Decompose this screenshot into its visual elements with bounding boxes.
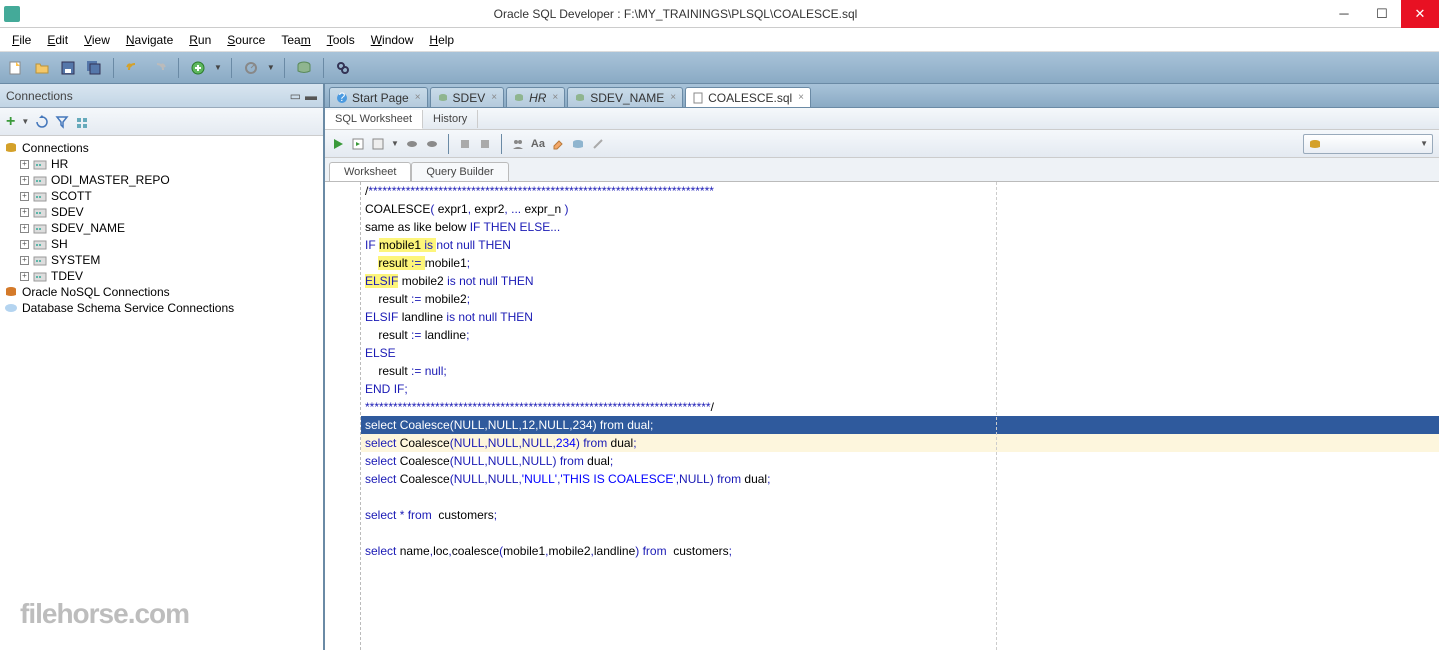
main-toolbar: ▼ ▼ [0,52,1439,84]
menu-tools[interactable]: Tools [319,30,363,50]
open-icon[interactable] [32,58,52,78]
menu-view[interactable]: View [76,30,118,50]
svg-text:?: ? [339,92,346,104]
tree-item[interactable]: +SYSTEM [4,252,319,268]
menu-source[interactable]: Source [219,30,273,50]
new-icon[interactable] [6,58,26,78]
erase-icon[interactable] [551,137,565,151]
redo-icon[interactable] [149,58,169,78]
tool3-icon[interactable] [591,137,605,151]
connections-panel: Connections ▭ ▬ + ▼ Connections +HR+ODI_M… [0,84,325,650]
close-button[interactable]: ✕ [1401,0,1439,28]
tree-item[interactable]: +SDEV_NAME [4,220,319,236]
connection-selector[interactable]: ▼ [1303,134,1433,154]
doc-tab[interactable]: SDEV× [430,87,505,107]
undo-icon[interactable] [123,58,143,78]
sheet-tab-query[interactable]: Query Builder [411,162,508,181]
rollback-icon[interactable] [425,137,439,151]
window-title: Oracle SQL Developer : F:\MY_TRAININGS\P… [26,7,1325,21]
code-editor[interactable]: /***************************************… [325,182,1439,650]
expand-icon[interactable] [75,115,89,129]
tree-item[interactable]: +TDEV [4,268,319,284]
menubar: File Edit View Navigate Run Source Team … [0,28,1439,52]
doc-tab[interactable]: SDEV_NAME× [567,87,683,107]
menu-team[interactable]: Team [273,30,318,50]
close-tab-icon[interactable]: × [415,92,421,103]
close-tab-icon[interactable]: × [491,92,497,103]
connections-tree[interactable]: Connections +HR+ODI_MASTER_REPO+SCOTT+SD… [0,136,323,650]
tree-item[interactable]: +HR [4,156,319,172]
save-all-icon[interactable] [84,58,104,78]
close-tab-icon[interactable]: × [552,92,558,103]
find-icon[interactable] [333,58,353,78]
minimize-button[interactable]: ─ [1325,0,1363,28]
ws-tab-history[interactable]: History [423,110,478,128]
panel-title: Connections [6,89,73,103]
menu-file[interactable]: File [4,30,39,50]
menu-window[interactable]: Window [363,30,422,50]
doc-tab[interactable]: ?Start Page× [329,87,428,107]
document-tabs: ?Start Page×SDEV×HR×SDEV_NAME×COALESCE.s… [325,84,1439,108]
tree-item[interactable]: +SDEV [4,204,319,220]
menu-navigate[interactable]: Navigate [118,30,181,50]
watermark: filehorse.com [20,598,189,630]
worksheet-toolbar: ▼ Aa ▼ [325,130,1439,158]
tool2-icon[interactable] [478,137,492,151]
menu-edit[interactable]: Edit [39,30,76,50]
case-icon[interactable]: Aa [531,138,545,150]
run-icon[interactable] [331,137,345,151]
menu-help[interactable]: Help [421,30,462,50]
db-tool-icon[interactable] [571,137,585,151]
tree-dbschema[interactable]: Database Schema Service Connections [4,300,319,316]
sheet-tab-worksheet[interactable]: Worksheet [329,162,411,181]
titlebar: Oracle SQL Developer : F:\MY_TRAININGS\P… [0,0,1439,28]
close-tab-icon[interactable]: × [670,92,676,103]
ws-tab-sql[interactable]: SQL Worksheet [325,110,423,129]
connect-icon[interactable] [188,58,208,78]
commit-icon[interactable] [405,137,419,151]
connections-toolbar: + ▼ [0,108,323,136]
close-tab-icon[interactable]: × [798,92,804,103]
run-script-icon[interactable] [351,137,365,151]
tree-item[interactable]: +ODI_MASTER_REPO [4,172,319,188]
app-icon [4,6,20,22]
tree-item[interactable]: +SH [4,236,319,252]
doc-tab[interactable]: HR× [506,87,565,107]
explain-icon[interactable] [371,137,385,151]
users-icon[interactable] [511,137,525,151]
tree-root-connections[interactable]: Connections [4,140,319,156]
menu-run[interactable]: Run [181,30,219,50]
editor-area: ?Start Page×SDEV×HR×SDEV_NAME×COALESCE.s… [325,84,1439,650]
nav-icon[interactable] [241,58,261,78]
tree-nosql[interactable]: Oracle NoSQL Connections [4,284,319,300]
new-connection-icon[interactable]: + [6,113,15,131]
tool1-icon[interactable] [458,137,472,151]
filter-icon[interactable] [55,115,69,129]
minimize-panel-icon[interactable]: ▬ [305,89,317,103]
doc-tab[interactable]: COALESCE.sql× [685,87,811,107]
stack-icon[interactable]: ▭ [290,89,301,103]
sql-icon[interactable] [294,58,314,78]
tree-item[interactable]: +SCOTT [4,188,319,204]
save-icon[interactable] [58,58,78,78]
refresh-icon[interactable] [35,115,49,129]
maximize-button[interactable]: ☐ [1363,0,1401,28]
